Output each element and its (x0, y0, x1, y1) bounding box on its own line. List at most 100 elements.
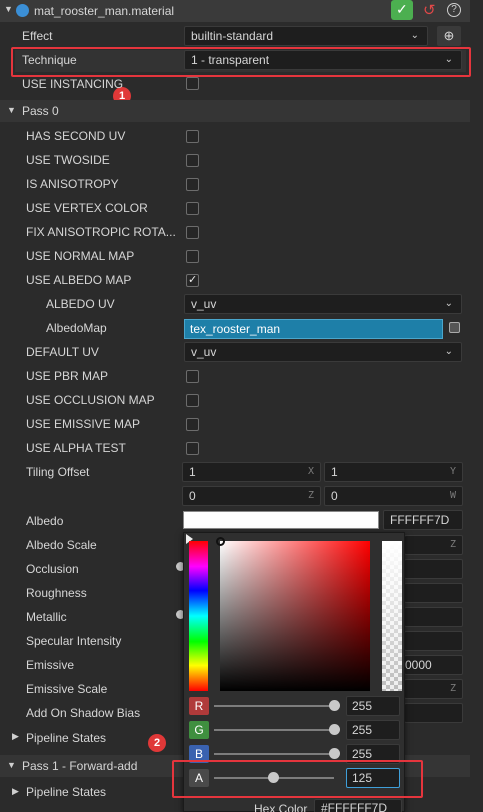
toggle-label: USE VERTEX COLOR (26, 201, 148, 215)
toggle-checkbox[interactable] (186, 442, 199, 455)
channel-g-slider[interactable] (214, 729, 334, 731)
help-icon[interactable]: ? (447, 3, 461, 17)
expand-arrow-icon[interactable]: ▶ (12, 731, 19, 742)
expand-arrow-icon[interactable]: ▶ (12, 786, 19, 797)
property-label: Roughness (26, 586, 87, 600)
property-label: Emissive Scale (26, 682, 108, 696)
pass0-header[interactable]: ▼ Pass 0 (0, 100, 470, 122)
occlusion-field[interactable] (404, 559, 463, 579)
chevron-down-icon: ⌄ (444, 298, 453, 309)
albedo-map-value: tex_rooster_man (190, 322, 281, 336)
default-uv-label: DEFAULT UV (26, 345, 99, 359)
effect-select[interactable]: builtin-standard ⌄ (184, 26, 428, 46)
toggle-checkbox[interactable]: ✓ (186, 274, 199, 287)
locate-button[interactable]: ⊕ (437, 26, 461, 46)
albedo-hex-value: FFFFFF7D (390, 513, 450, 527)
toggle-label: HAS SECOND UV (26, 129, 126, 143)
default-uv-value: v_uv (191, 345, 217, 359)
tiling-y-unit: Y (449, 466, 456, 477)
hex-color-input[interactable]: #FFFFFF7D (314, 799, 402, 812)
toggle-label: FIX ANISOTROPIC ROTA... (26, 225, 176, 239)
tiling-z-field[interactable]: 0 Z (182, 486, 321, 506)
channel-g-knob[interactable] (329, 724, 340, 735)
toggle-checkbox[interactable] (186, 178, 199, 191)
pass1-pipeline-states[interactable]: Pipeline States (26, 785, 106, 799)
property-label: Add On Shadow Bias (26, 706, 141, 720)
toggle-checkbox[interactable] (186, 226, 199, 239)
roughness-field[interactable] (404, 583, 463, 603)
chevron-down-icon: ⌄ (410, 30, 419, 41)
hue-slider[interactable] (189, 541, 208, 691)
tiling-w-field[interactable]: 0 W (324, 486, 463, 506)
albedo-map-field[interactable]: tex_rooster_man (184, 319, 443, 339)
alpha-gradient (382, 541, 402, 691)
channel-r-value[interactable]: 255 (346, 696, 400, 716)
shadow-bias-field[interactable] (404, 703, 463, 723)
toggle-label: USE NORMAL MAP (26, 249, 135, 263)
toggle-checkbox[interactable] (186, 394, 199, 407)
effect-label: Effect (22, 29, 53, 43)
default-uv-select[interactable]: v_uv ⌄ (184, 342, 462, 362)
albedo-hex-field[interactable]: FFFFFF7D (383, 510, 463, 530)
property-label: Metallic (26, 610, 67, 624)
toggle-label: USE ALPHA TEST (26, 441, 126, 455)
alpha-channel-highlight (172, 760, 423, 798)
property-label: Specular Intensity (26, 634, 122, 648)
albedo-uv-select[interactable]: v_uv ⌄ (184, 294, 462, 314)
revert-icon[interactable]: ↺ (423, 1, 436, 19)
tiling-y-field[interactable]: 1 Y (324, 462, 463, 482)
specular-field[interactable] (404, 631, 463, 651)
toggle-checkbox[interactable] (186, 154, 199, 167)
alpha-slider[interactable] (382, 541, 402, 691)
channel-b-slider[interactable] (214, 753, 334, 755)
tiling-w-value: 0 (331, 489, 338, 503)
file-name: mat_rooster_man.material (34, 4, 175, 18)
apply-button[interactable]: ✓ (391, 0, 413, 20)
pass0-pipeline-states[interactable]: Pipeline States (26, 731, 106, 745)
channel-b-knob[interactable] (329, 748, 340, 759)
pass0-title: Pass 0 (22, 104, 59, 118)
material-icon (16, 4, 29, 17)
albedo-scale-unit: Z (449, 539, 456, 550)
emissive-field[interactable]: 0000 (404, 655, 463, 675)
channel-r-knob[interactable] (329, 700, 340, 711)
checkmark-icon: ✓ (396, 1, 408, 17)
channel-r-slider[interactable] (214, 705, 334, 707)
toggle-label: USE ALBEDO MAP (26, 273, 132, 287)
emissive-scale-field[interactable]: Z (404, 679, 463, 699)
collapse-arrow-icon: ▼ (7, 760, 16, 770)
use-instancing-checkbox[interactable] (186, 77, 199, 90)
annotation-badge-2: 2 (148, 734, 166, 752)
toggle-checkbox[interactable] (186, 370, 199, 383)
albedo-scale-field[interactable]: Z (404, 535, 463, 555)
tiling-z-value: 0 (189, 489, 196, 503)
saturation-value-area[interactable] (216, 537, 370, 691)
albedo-label: Albedo (26, 514, 64, 528)
albedo-uv-value: v_uv (191, 297, 217, 311)
collapse-arrow-icon[interactable]: ▼ (4, 4, 13, 14)
use-instancing-label: USE INSTANCING (22, 77, 124, 91)
tiling-x-value: 1 (189, 465, 196, 479)
toggle-label: IS ANISOTROPY (26, 177, 119, 191)
toggle-checkbox[interactable] (186, 130, 199, 143)
toggle-checkbox[interactable] (186, 250, 199, 263)
sv-cursor[interactable] (216, 537, 225, 546)
albedo-uv-label: ALBEDO UV (46, 297, 115, 311)
toggle-checkbox[interactable] (186, 202, 199, 215)
emissive-scale-unit: Z (449, 683, 456, 694)
metallic-field[interactable] (404, 607, 463, 627)
albedo-color-swatch[interactable] (183, 511, 379, 529)
tiling-y-value: 1 (331, 465, 338, 479)
asset-lock-icon[interactable] (449, 322, 460, 333)
albedo-map-label: AlbedoMap (46, 321, 107, 335)
collapse-arrow-icon: ▼ (7, 105, 16, 115)
emissive-value-tail: 0000 (405, 658, 432, 672)
tiling-w-unit: W (449, 490, 456, 501)
toggle-checkbox[interactable] (186, 418, 199, 431)
channel-g-value[interactable]: 255 (346, 720, 400, 740)
property-label: Emissive (26, 658, 75, 672)
channel-r-label: R (189, 697, 209, 715)
tiling-x-field[interactable]: 1 X (182, 462, 321, 482)
header-bar: ▼ mat_rooster_man.material ✓ ↺ ? (0, 0, 470, 22)
effect-value: builtin-standard (191, 29, 274, 43)
